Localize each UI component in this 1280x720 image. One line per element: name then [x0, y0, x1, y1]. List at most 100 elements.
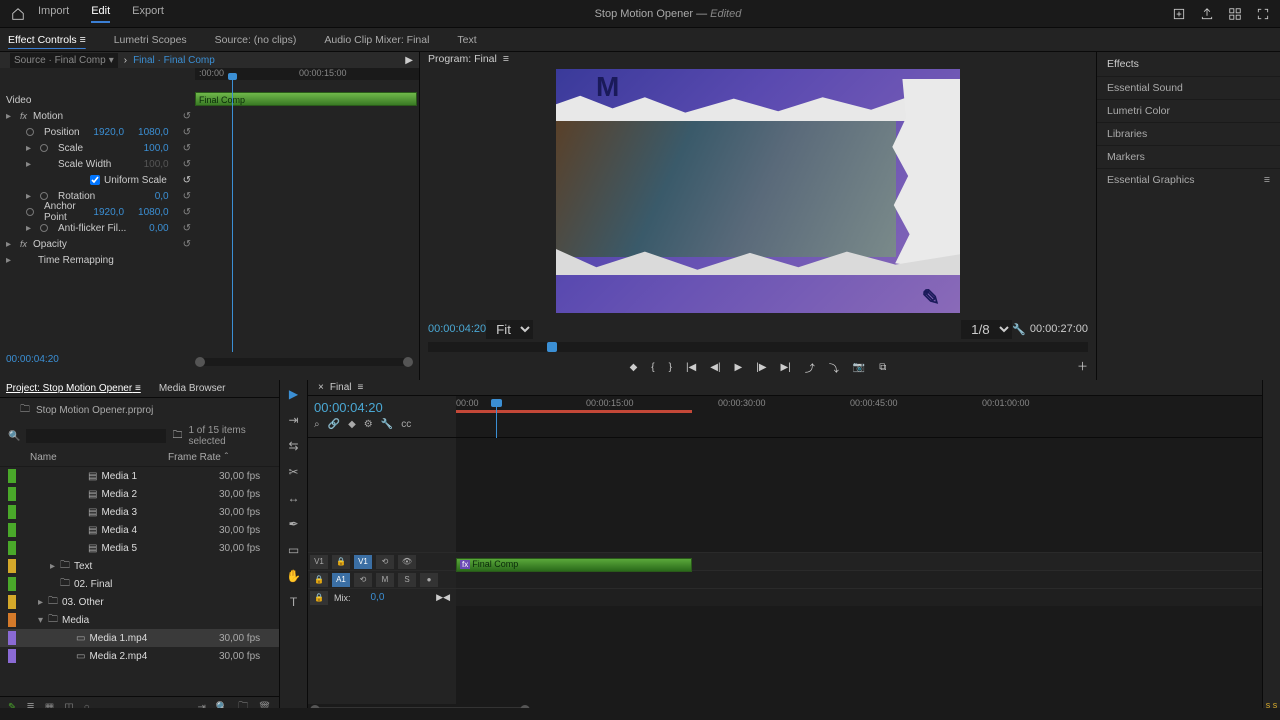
anchor-y[interactable]: 1080,0 [138, 207, 169, 218]
timeline-timecode[interactable]: 00:00:04:20 [314, 400, 450, 415]
track-select-tool-icon[interactable]: ⇥ [286, 412, 302, 428]
selection-tool-icon[interactable]: ▶ [286, 386, 302, 402]
disclosure-icon[interactable]: ▸ [50, 561, 60, 572]
go-to-out-icon[interactable]: ▶| [781, 362, 791, 373]
panel-tab-audio-mixer[interactable]: Audio Clip Mixer: Final [324, 34, 429, 46]
reset-icon[interactable]: ↺ [183, 223, 191, 234]
home-icon[interactable] [10, 6, 26, 22]
reset-icon[interactable]: ↺ [183, 175, 191, 186]
track-target-v1[interactable]: V1 [354, 555, 372, 569]
keyframe-toggle[interactable] [26, 208, 34, 216]
mute-icon[interactable]: M [376, 573, 394, 587]
project-item[interactable]: ▤Media 330,00 fps [0, 503, 279, 521]
track-target-a1[interactable]: A1 [332, 573, 350, 587]
motion-effect[interactable]: Motion [33, 111, 177, 122]
keyframe-toggle[interactable] [40, 192, 48, 200]
mix-value[interactable]: 0,0 [371, 592, 385, 603]
export-frame-icon[interactable]: 📷 [853, 362, 865, 373]
panel-tab-effect-controls[interactable]: Effect Controls ≡ [8, 34, 86, 46]
panel-menu-icon[interactable]: ≡ [1264, 174, 1270, 186]
step-back-icon[interactable]: ◀| [710, 362, 720, 373]
reset-icon[interactable]: ↺ [183, 159, 191, 170]
program-monitor[interactable]: M ✎ [556, 69, 960, 313]
disclosure-icon[interactable]: ▾ [38, 615, 48, 626]
keyframe-toggle[interactable] [40, 224, 48, 232]
zoom-fit-select[interactable]: Fit [486, 320, 533, 339]
time-remapping-effect[interactable]: Time Remapping [38, 255, 195, 266]
panel-tab-lumetri-scopes[interactable]: Lumetri Scopes [114, 34, 187, 46]
panel-tab-essential-sound[interactable]: Essential Sound [1097, 76, 1280, 99]
project-item[interactable]: ▭Media 2.mp430,00 fps [0, 647, 279, 665]
sequence-menu-icon[interactable]: ≡ [358, 382, 364, 393]
effect-zoom-knob-right[interactable] [403, 357, 413, 367]
project-search-input[interactable] [26, 429, 166, 443]
program-timecode[interactable]: 00:00:04:20 [428, 323, 486, 335]
program-scrubber[interactable] [428, 342, 1088, 352]
scale-value[interactable]: 100,0 [144, 143, 169, 154]
reset-icon[interactable]: ↺ [183, 127, 191, 138]
rectangle-tool-icon[interactable]: ▭ [286, 542, 302, 558]
label-color-swatch[interactable] [8, 649, 16, 663]
effect-clip-bar[interactable]: Final Comp [195, 92, 417, 106]
project-item[interactable]: ▸🗀Text [0, 557, 279, 575]
slip-tool-icon[interactable]: ↔ [286, 490, 302, 506]
tab-export[interactable]: Export [132, 5, 164, 23]
pen-tool-icon[interactable]: ✒ [286, 516, 302, 532]
label-color-swatch[interactable] [8, 469, 16, 483]
label-color-swatch[interactable] [8, 595, 16, 609]
flicker-value[interactable]: 0,00 [149, 223, 168, 234]
panel-tab-effects[interactable]: Effects [1097, 52, 1280, 76]
fx-icon[interactable]: fx [20, 239, 27, 249]
wrench-icon[interactable]: 🔧 [1012, 323, 1026, 336]
snap-icon[interactable]: ⌕ [314, 419, 320, 430]
marker-icon[interactable]: ◆ [348, 419, 356, 430]
resolution-select[interactable]: 1/8 [961, 320, 1012, 339]
linked-selection-icon[interactable]: 🔗 [328, 419, 340, 430]
sort-asc-icon[interactable]: ˆ [225, 452, 228, 463]
step-forward-icon[interactable]: |▶ [756, 362, 766, 373]
sequence-tab[interactable]: Final [330, 382, 352, 393]
filter-bin-icon[interactable]: 🗀 [172, 428, 182, 445]
column-name[interactable]: Name [8, 452, 168, 463]
track-lock-icon[interactable]: 🔒 [310, 573, 328, 587]
panel-tab-text[interactable]: Text [457, 34, 476, 46]
label-color-swatch[interactable] [8, 613, 16, 627]
fx-icon[interactable]: fx [20, 111, 27, 121]
mark-in-icon[interactable]: { [651, 362, 654, 373]
share-icon[interactable] [1200, 7, 1214, 21]
panel-tab-source[interactable]: Source: (no clips) [215, 34, 297, 46]
play-icon[interactable]: ▶ [735, 362, 743, 373]
keyframe-toggle[interactable] [40, 144, 48, 152]
reset-icon[interactable]: ↺ [183, 143, 191, 154]
reset-icon[interactable]: ↺ [183, 207, 191, 218]
workspace-menu-icon[interactable] [1228, 7, 1242, 21]
expand-icon[interactable]: ▶◀ [436, 592, 450, 603]
scrub-playhead[interactable] [547, 342, 557, 352]
sync-lock-icon[interactable]: ⟲ [354, 573, 372, 587]
reset-icon[interactable]: ↺ [183, 239, 191, 250]
anchor-x[interactable]: 1920,0 [93, 207, 124, 218]
label-color-swatch[interactable] [8, 559, 16, 573]
panel-tab-markers[interactable]: Markers [1097, 145, 1280, 168]
sync-lock-icon[interactable]: ⟲ [376, 555, 394, 569]
wrench-icon[interactable]: 🔧 [381, 419, 393, 430]
keyframe-toggle[interactable] [26, 128, 34, 136]
project-item[interactable]: ▤Media 430,00 fps [0, 521, 279, 539]
voiceover-icon[interactable]: ● [420, 573, 438, 587]
extract-icon[interactable]: ⤵ [829, 360, 839, 375]
position-x[interactable]: 1920,0 [93, 127, 124, 138]
panel-tab-project[interactable]: Project: Stop Motion Opener ≡ [6, 383, 141, 394]
source-patch-v1[interactable]: V1 [310, 555, 328, 569]
label-color-swatch[interactable] [8, 523, 16, 537]
program-menu-icon[interactable]: ≡ [503, 53, 509, 65]
track-output-icon[interactable]: 👁 [398, 555, 416, 569]
tab-import[interactable]: Import [38, 5, 69, 23]
project-item[interactable]: ▾🗀Media [0, 611, 279, 629]
search-icon[interactable]: 🔍 [8, 431, 20, 442]
label-color-swatch[interactable] [8, 541, 16, 555]
type-tool-icon[interactable]: T [286, 594, 302, 610]
effect-zoom-knob-left[interactable] [195, 357, 205, 367]
button-editor-icon[interactable]: ＋ [1077, 358, 1088, 374]
quick-export-icon[interactable] [1172, 7, 1186, 21]
rotation-value[interactable]: 0,0 [155, 191, 169, 202]
